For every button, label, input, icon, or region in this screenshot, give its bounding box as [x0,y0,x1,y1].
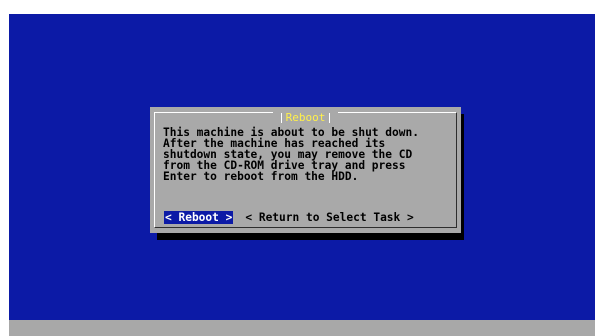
dialog-title-bar: Reboot [155,111,456,124]
return-to-select-task-button[interactable]: < Return to Select Task > [244,211,414,224]
reboot-button[interactable]: < Reboot > [164,211,234,224]
message-line: Enter to reboot from the HDD. [163,170,359,183]
status-bar [9,320,595,336]
title-left-tick [280,113,282,123]
reboot-dialog: Reboot This machine is about to be shut … [150,107,461,233]
screen: Reboot This machine is about to be shut … [0,0,595,336]
dialog-message: This machine is about to be shut down. Af… [163,127,453,182]
dialog-title: Reboot [285,111,326,124]
dialog-buttons: < Reboot > < Return to Select Task > [164,211,415,224]
title-right-tick [329,113,331,123]
dialog-title-container: Reboot [272,111,339,124]
